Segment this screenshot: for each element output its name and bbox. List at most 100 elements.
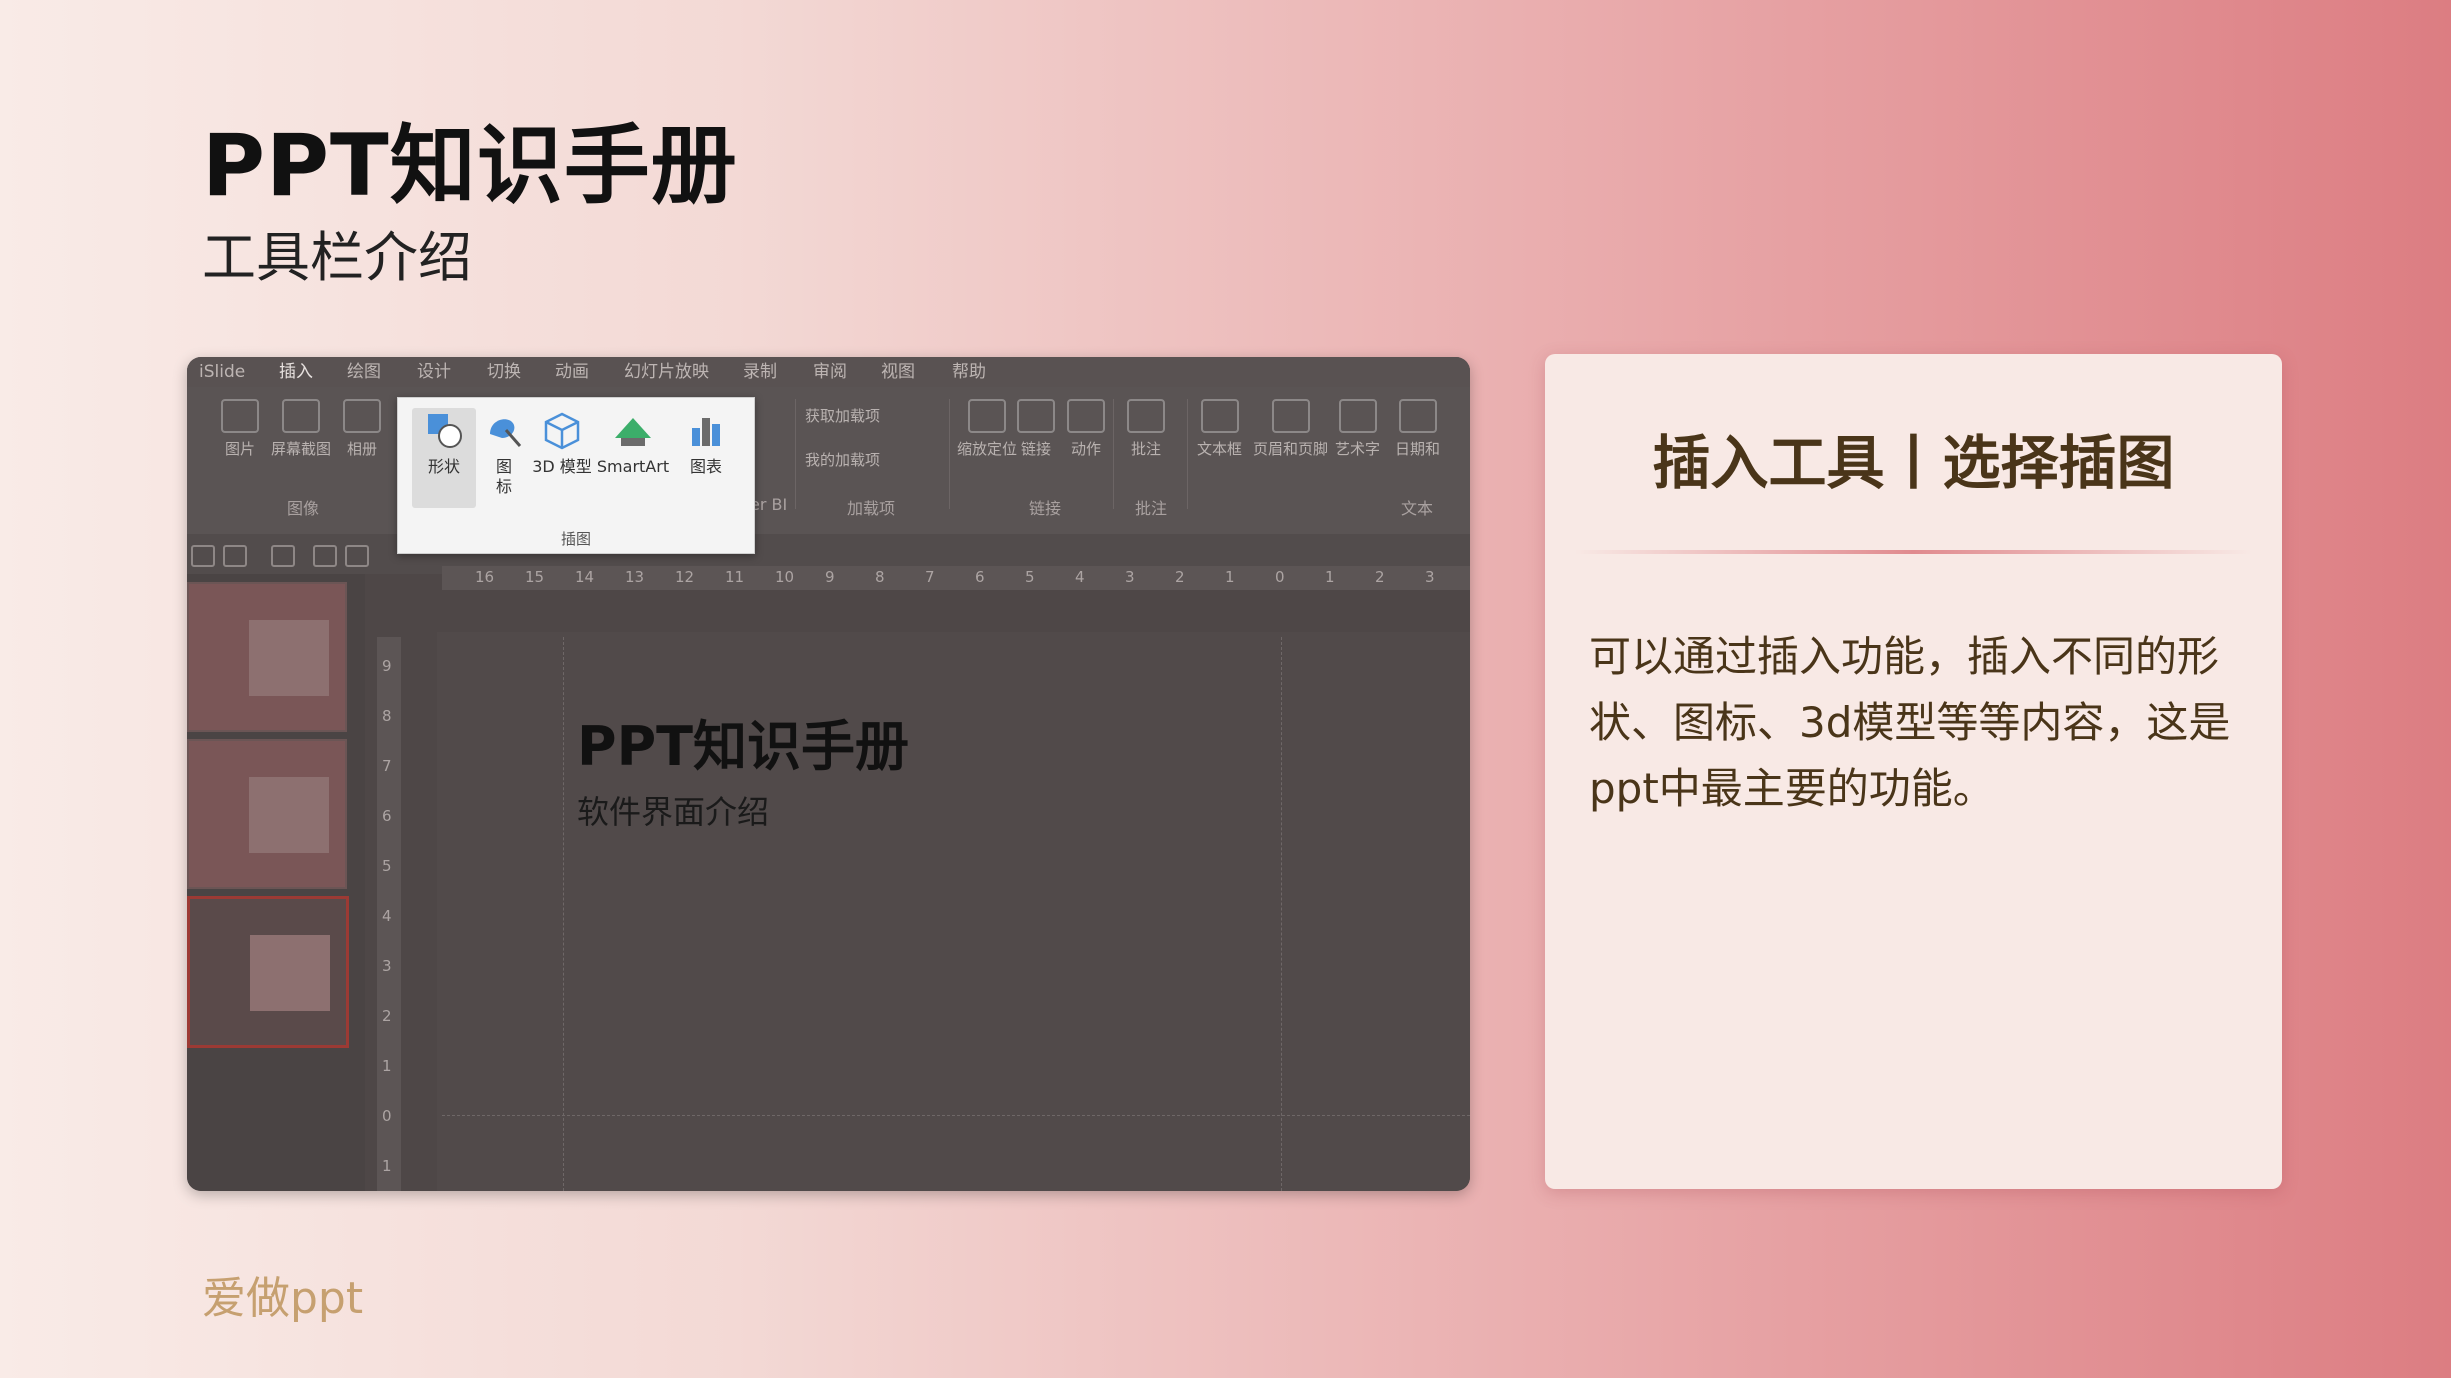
group-separator [949, 399, 950, 509]
3d-model-label: 3D 模型 [532, 457, 592, 476]
screenshot-button[interactable]: 屏幕截图 [271, 399, 331, 459]
date-time-button[interactable]: 日期和 [1395, 399, 1440, 459]
illustrations-group-highlight: 形状 图标 3D 模型 SmartArt 图表 插图 [397, 397, 755, 554]
comment-icon [1127, 399, 1165, 433]
calendar-icon [1398, 399, 1437, 433]
guide-line [442, 1115, 1470, 1116]
textbox-icon [1200, 399, 1239, 433]
card-divider [1575, 550, 2252, 554]
thumbnail-content [249, 620, 329, 696]
slide-title[interactable]: PPT知识手册 [577, 702, 909, 781]
smartart-label: SmartArt [596, 457, 670, 476]
ruler-number: 16 [475, 568, 495, 586]
ruler-number: 0 [382, 1107, 392, 1125]
ruler-number: 9 [825, 568, 835, 586]
ruler-number: 4 [382, 907, 392, 925]
group-label-links: 链接 [1029, 499, 1062, 518]
ruler-number: 8 [875, 568, 885, 586]
save-icon[interactable] [191, 545, 215, 567]
tab-help[interactable]: 帮助 [952, 357, 986, 387]
card-title: 插入工具丨选择插图 [1652, 429, 2175, 497]
ruler-number: 14 [575, 568, 595, 586]
ruler-number: 4 [1075, 568, 1085, 586]
info-card: 插入工具丨选择插图 可以通过插入功能，插入不同的形状、图标、3d模型等等内容，这… [1545, 354, 2282, 1189]
redo-icon[interactable] [271, 545, 295, 567]
chart-button[interactable]: 图表 [674, 408, 738, 477]
header-footer-button[interactable]: 页眉和页脚 [1253, 399, 1328, 459]
thumbnail-content [250, 935, 330, 1011]
chart-icon [692, 418, 720, 446]
ruler-number: 3 [1125, 568, 1135, 586]
thumbnail-content [249, 777, 329, 853]
wordart-button[interactable]: 艺术字 [1335, 399, 1380, 459]
brand-footer: 爱做ppt [202, 1273, 364, 1324]
ruler-number: 2 [382, 1007, 392, 1025]
group-separator [1113, 399, 1114, 509]
tab-slideshow[interactable]: 幻灯片放映 [624, 357, 709, 387]
camera-icon [282, 399, 320, 433]
guide-line [563, 637, 564, 1191]
ruler-number: 8 [382, 707, 392, 725]
3d-model-button[interactable]: 3D 模型 [530, 408, 594, 477]
photo-album-button[interactable]: 相册 [343, 399, 381, 459]
star-icon [1067, 399, 1105, 433]
slide-thumbnail[interactable] [187, 582, 347, 732]
slide-subtitle[interactable]: 软件界面介绍 [577, 787, 769, 833]
slide-thumbnail-pane [187, 574, 365, 1191]
tab-design[interactable]: 设计 [417, 357, 451, 387]
picture-button[interactable]: 图片 [221, 399, 259, 459]
ruler-number: 15 [525, 568, 545, 586]
tab-islide[interactable]: iSlide [199, 357, 245, 387]
powerpoint-screenshot: iSlide 插入 绘图 设计 切换 动画 幻灯片放映 录制 审阅 视图 帮助 … [187, 357, 1470, 1191]
slide-thumbnail-selected[interactable] [187, 896, 349, 1048]
group-label-illustrations: 插图 [560, 530, 591, 548]
album-icon [343, 399, 381, 433]
ruler-number: 7 [382, 757, 392, 775]
link-button[interactable]: 链接 [1017, 399, 1055, 459]
group-label-addins: 加载项 [847, 499, 896, 518]
ribbon-tab-bar: iSlide 插入 绘图 设计 切换 动画 幻灯片放映 录制 审阅 视图 帮助 [187, 357, 1470, 389]
group-label-image: 图像 [287, 499, 320, 518]
get-addins-button[interactable]: 获取加载项 [805, 405, 880, 426]
ruler-number: 13 [625, 568, 645, 586]
ruler-number: 12 [675, 568, 695, 586]
comment-button[interactable]: 批注 [1127, 399, 1165, 459]
zoom-button[interactable]: 缩放定位 [957, 399, 1017, 459]
action-button[interactable]: 动作 [1067, 399, 1105, 459]
page-title: PPT知识手册 [202, 116, 738, 216]
guide-line [1281, 637, 1282, 1191]
chart-label: 图表 [689, 457, 722, 476]
shapes-button[interactable]: 形状 [412, 408, 476, 508]
horizontal-ruler [442, 566, 1470, 590]
my-addins-button[interactable]: 我的加载项 [805, 449, 880, 470]
ruler-number: 1 [1325, 568, 1335, 586]
tab-animations[interactable]: 动画 [555, 357, 589, 387]
tab-insert[interactable]: 插入 [279, 357, 313, 389]
undo-icon[interactable] [223, 545, 247, 567]
tab-transitions[interactable]: 切换 [487, 357, 521, 387]
tab-review[interactable]: 审阅 [813, 357, 847, 387]
shapes-icon [428, 414, 462, 448]
tab-record[interactable]: 录制 [743, 357, 777, 387]
group-separator [1187, 399, 1188, 509]
icons-button[interactable]: 图标 [472, 408, 536, 497]
touch-mode-icon[interactable] [345, 545, 369, 567]
ruler-number: 3 [382, 957, 392, 975]
group-separator [795, 399, 796, 509]
zoom-icon [968, 399, 1006, 433]
textbox-button[interactable]: 文本框 [1197, 399, 1242, 459]
page-subtitle: 工具栏介绍 [202, 226, 472, 289]
ruler-number: 2 [1175, 568, 1185, 586]
ruler-number: 11 [725, 568, 745, 586]
3d-model-icon [544, 412, 580, 450]
smartart-button[interactable]: SmartArt [592, 408, 674, 477]
ruler-number: 1 [382, 1157, 392, 1175]
ruler-number: 1 [1225, 568, 1235, 586]
tab-draw[interactable]: 绘图 [347, 357, 381, 387]
ruler-number: 6 [382, 807, 392, 825]
wordart-icon [1338, 399, 1377, 433]
tab-view[interactable]: 视图 [881, 357, 915, 387]
present-icon[interactable] [313, 545, 337, 567]
ruler-number: 7 [925, 568, 935, 586]
slide-thumbnail[interactable] [187, 739, 347, 889]
